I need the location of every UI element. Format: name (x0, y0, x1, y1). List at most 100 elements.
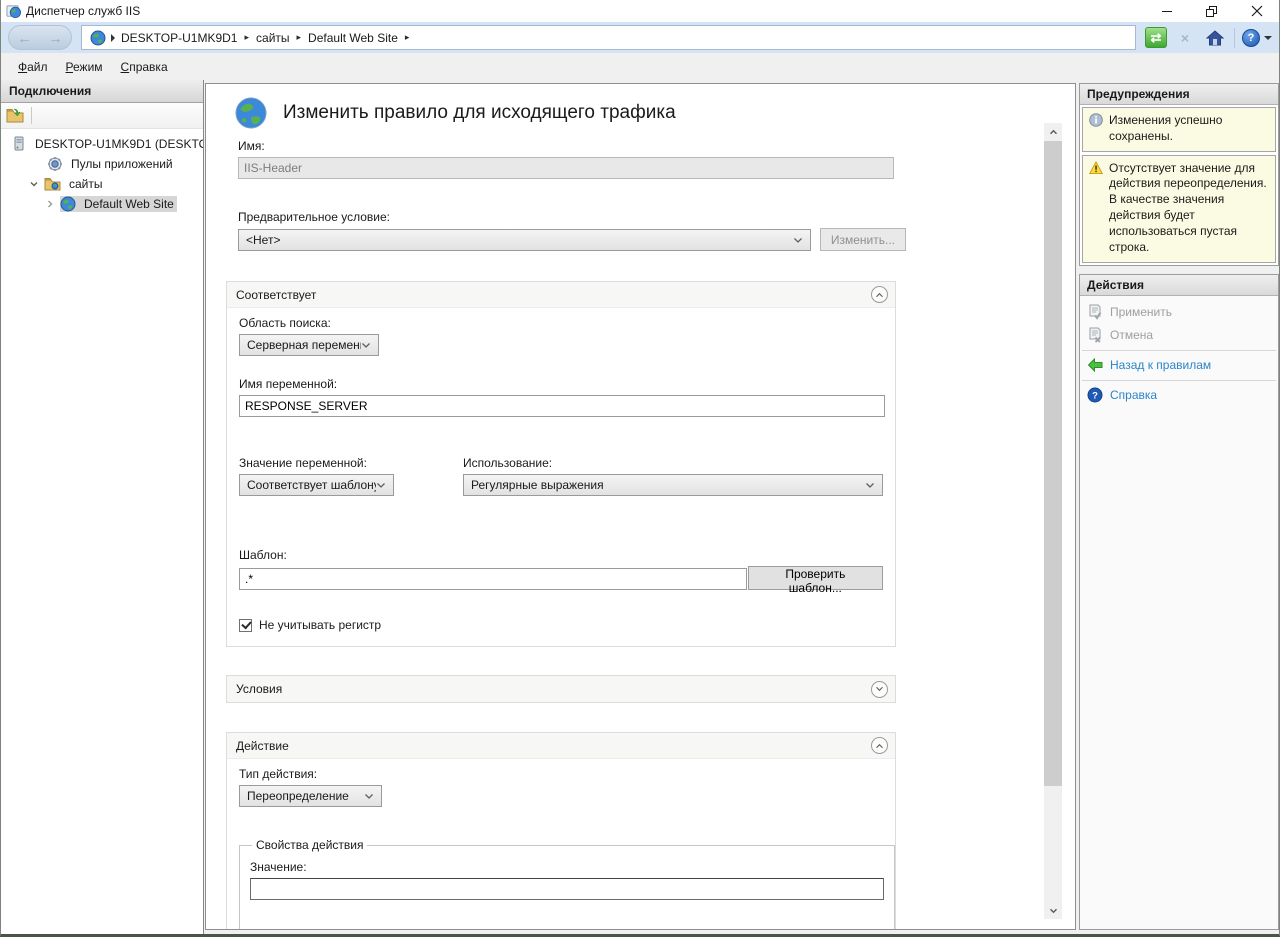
home-button[interactable] (1203, 27, 1227, 49)
tree-label-app-pools[interactable]: Пулы приложений (68, 156, 176, 172)
actions-separator (1082, 350, 1276, 351)
action-type-value: Переопределение (247, 789, 364, 803)
action-cancel-label[interactable]: Отмена (1110, 328, 1153, 342)
alerts-header: Предупреждения (1080, 84, 1278, 105)
ignore-case-checkbox[interactable] (239, 619, 252, 632)
stop-button[interactable]: × (1174, 27, 1196, 48)
minimize-button[interactable] (1144, 0, 1189, 22)
variable-value-value: Соответствует шаблону (247, 478, 376, 492)
action-section-title: Действие (236, 739, 289, 753)
action-section: Действие Тип действия: Переопределение С… (226, 732, 896, 930)
actions-header: Действия (1080, 275, 1278, 296)
action-help[interactable]: ? Справка (1080, 384, 1278, 407)
action-apply[interactable]: Применить (1080, 301, 1278, 324)
alerts-pane: Предупреждения Изменения успешно сохране… (1079, 83, 1279, 266)
scope-select[interactable]: Серверная переменн (239, 334, 379, 356)
action-value-input[interactable] (250, 878, 884, 900)
tree-label-sites[interactable]: сайты (66, 176, 106, 192)
home-icon (1206, 30, 1224, 46)
close-icon (1251, 5, 1263, 17)
menu-view[interactable]: Режим (57, 56, 112, 78)
actions-pane: Действия Применить (1079, 274, 1279, 930)
scroll-down-button[interactable] (1044, 902, 1062, 919)
variable-name-label: Имя переменной: (239, 377, 883, 391)
conditions-section-header[interactable]: Условия (227, 676, 895, 702)
name-label: Имя: (238, 139, 906, 153)
chevron-down-icon (875, 686, 884, 692)
chevron-expanded-icon[interactable] (29, 179, 39, 189)
save-connection-icon[interactable] (6, 108, 24, 123)
action-help-label[interactable]: Справка (1110, 388, 1157, 402)
pattern-label: Шаблон: (239, 548, 883, 562)
info-icon (1089, 113, 1103, 127)
restore-button[interactable] (1189, 0, 1234, 22)
action-apply-label[interactable]: Применить (1110, 305, 1172, 319)
collapse-section-button[interactable] (871, 737, 888, 754)
main-content: Изменить правило для исходящего трафика … (205, 83, 1076, 930)
breadcrumb-server[interactable]: DESKTOP-U1MK9D1 (121, 31, 237, 45)
tree-label-server[interactable]: DESKTOP-U1MK9D1 (DESKTOP (32, 136, 204, 152)
edit-precondition-button[interactable]: Изменить... (820, 228, 906, 251)
cancel-icon (1087, 327, 1103, 343)
tree-item-app-pools[interactable]: Пулы приложений (1, 154, 203, 174)
scroll-up-button[interactable] (1044, 123, 1062, 140)
toolbar-separator (1234, 28, 1235, 48)
help-icon: ? (1242, 29, 1260, 47)
scope-label: Область поиска: (239, 316, 883, 330)
action-type-select[interactable]: Переопределение (239, 785, 382, 807)
action-back-label[interactable]: Назад к правилам (1110, 358, 1211, 372)
match-section-header[interactable]: Соответствует (227, 282, 895, 308)
close-button[interactable] (1234, 0, 1279, 22)
pattern-input[interactable] (239, 568, 747, 590)
restore-icon (1206, 6, 1217, 17)
iis-manager-window: Диспетчер служб IIS ← → (0, 0, 1280, 937)
menu-help[interactable]: Справка (112, 56, 177, 78)
tree-item-sites[interactable]: сайты (1, 174, 203, 194)
site-globe-button[interactable] (85, 29, 121, 47)
scrollbar-thumb[interactable] (1044, 141, 1062, 786)
using-select[interactable]: Регулярные выражения (463, 474, 883, 496)
selected-tree-node[interactable]: Default Web Site (60, 196, 177, 212)
using-value: Регулярные выражения (471, 478, 865, 492)
refresh-button[interactable]: ⇄ (1145, 27, 1167, 48)
variable-name-input[interactable] (239, 395, 885, 417)
connections-toolbar (1, 103, 203, 129)
tree-label-default-web-site[interactable]: Default Web Site (81, 196, 177, 212)
alert-info: Изменения успешно сохранены. (1082, 107, 1276, 152)
tree-item-server[interactable]: DESKTOP-U1MK9D1 (DESKTOP (1, 134, 203, 154)
action-section-header[interactable]: Действие (227, 733, 895, 759)
variable-value-select[interactable]: Соответствует шаблону (239, 474, 394, 496)
collapse-section-button[interactable] (871, 286, 888, 303)
forward-button[interactable]: → (49, 30, 63, 46)
help-icon: ? (1087, 387, 1103, 403)
test-pattern-button[interactable]: Проверить шаблон... (748, 566, 883, 590)
tree-item-default-web-site[interactable]: Default Web Site (1, 194, 203, 214)
combo-chevron-icon (364, 793, 374, 800)
chevron-collapsed-icon[interactable] (45, 199, 55, 209)
minimize-icon (1162, 11, 1172, 12)
action-back-to-rules[interactable]: Назад к правилам (1080, 354, 1278, 377)
precondition-select[interactable]: <Нет> (238, 229, 811, 251)
refresh-icon: ⇄ (1151, 30, 1162, 46)
alert-warning: Отсутствует значение для действия переоп… (1082, 155, 1276, 263)
conditions-section-title: Условия (236, 682, 282, 696)
title-bar: Диспетчер служб IIS (1, 0, 1279, 22)
connections-tree: DESKTOP-U1MK9D1 (DESKTOP Пулы приложений (1, 129, 203, 214)
combo-chevron-icon (865, 482, 875, 489)
action-cancel[interactable]: Отмена (1080, 324, 1278, 347)
back-button[interactable]: ← (18, 30, 32, 46)
menu-file[interactable]: Файл (9, 56, 57, 78)
combo-chevron-icon (361, 342, 371, 349)
svg-text:?: ? (1092, 391, 1098, 402)
precondition-label: Предварительное условие: (238, 210, 906, 224)
expand-section-button[interactable] (871, 681, 888, 698)
rule-name-input (238, 157, 894, 179)
nav-buttons: ← → (8, 25, 72, 50)
breadcrumb-sites[interactable]: сайты (256, 31, 290, 45)
stop-icon: × (1181, 30, 1189, 46)
vertical-scrollbar[interactable] (1044, 123, 1062, 919)
help-button[interactable]: ? (1242, 29, 1272, 47)
breadcrumb-default-web-site[interactable]: Default Web Site (308, 31, 398, 45)
actions-separator (1082, 380, 1276, 381)
menu-bar: Файл Режим Справка (1, 53, 1279, 80)
